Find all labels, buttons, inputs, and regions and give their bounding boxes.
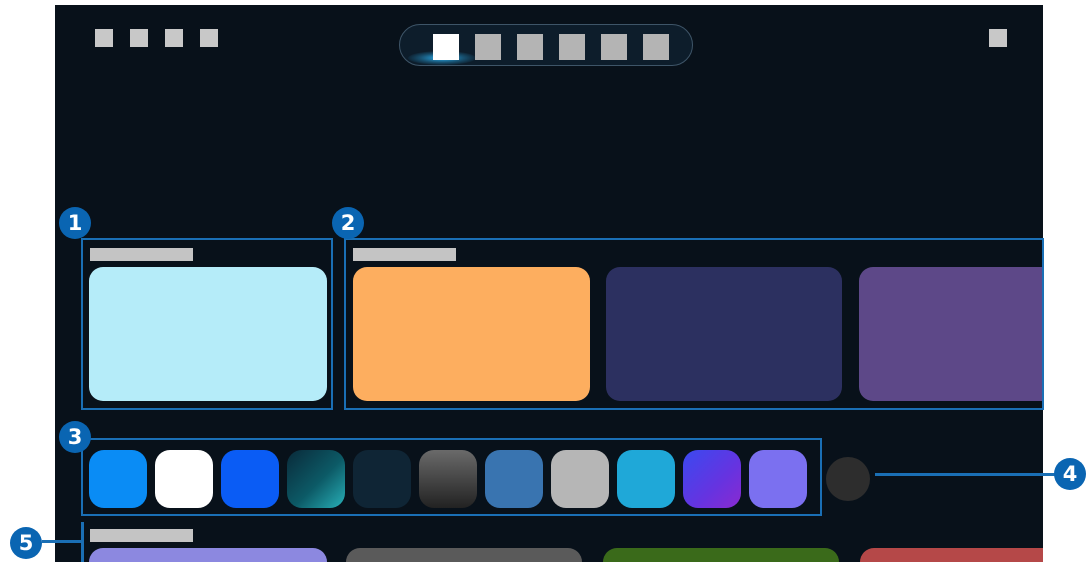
callout-5-leader-line (42, 540, 82, 543)
section-5-card[interactable] (860, 548, 1043, 562)
callout-frame-2 (344, 238, 1044, 410)
section-5-card[interactable] (89, 548, 327, 562)
callout-4-leader-line (875, 473, 1057, 476)
section-5-card[interactable] (603, 548, 839, 562)
section-5-title (90, 529, 193, 542)
callout-badge-3: 3 (59, 421, 91, 453)
placeholder-square-icon[interactable] (95, 29, 113, 47)
top-tab-bar (399, 24, 693, 66)
tab-6[interactable] (643, 34, 669, 60)
callout-badge-1: 1 (59, 207, 91, 239)
callout-frame-1 (81, 238, 333, 410)
placeholder-square-icon[interactable] (989, 29, 1007, 47)
more-apps-button[interactable] (826, 457, 870, 501)
placeholder-square-icon[interactable] (200, 29, 218, 47)
tab-2[interactable] (475, 34, 501, 60)
callout-badge-5: 5 (10, 527, 42, 559)
callout-frame-3 (81, 438, 822, 516)
tab-5[interactable] (601, 34, 627, 60)
tab-3[interactable] (517, 34, 543, 60)
callout-badge-2: 2 (332, 207, 364, 239)
section-5-card[interactable] (346, 548, 582, 562)
placeholder-square-icon[interactable] (130, 29, 148, 47)
callout-badge-4: 4 (1054, 458, 1086, 490)
tab-4[interactable] (559, 34, 585, 60)
tab-1[interactable] (433, 34, 459, 60)
placeholder-square-icon[interactable] (165, 29, 183, 47)
